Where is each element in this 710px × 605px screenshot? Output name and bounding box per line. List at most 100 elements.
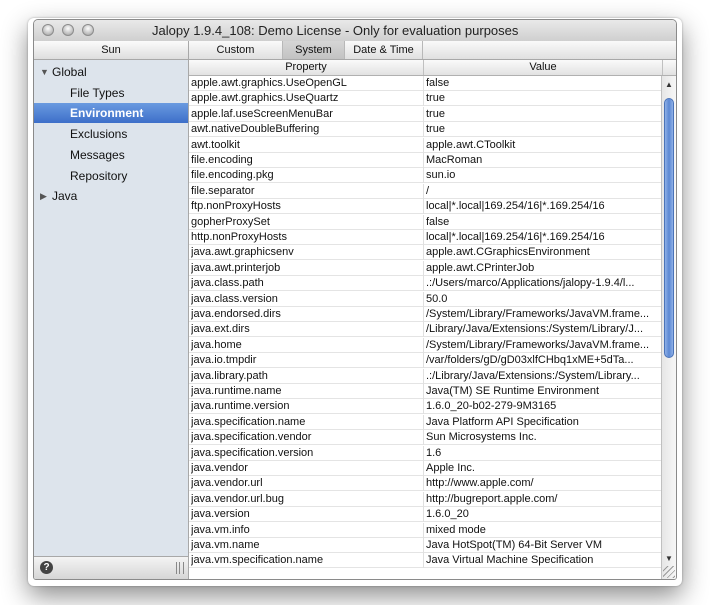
vertical-scrollbar[interactable]: ▲ ▼: [661, 76, 676, 579]
table-row[interactable]: apple.awt.graphics.UseQuartz true: [189, 91, 662, 107]
table-row[interactable]: java.class.path .:/Users/marco/Applicatio…: [189, 276, 662, 292]
value-cell: /System/Library/Frameworks/JavaVM.frame.…: [426, 338, 650, 351]
property-cell: java.specification.vendor: [191, 431, 312, 444]
help-icon[interactable]: ?: [40, 561, 53, 574]
column-divider: [423, 168, 424, 184]
sidebar-item-label: Environment: [70, 106, 144, 121]
sidebar-item-4[interactable]: Messages: [34, 145, 188, 165]
property-cell: java.specification.name: [191, 415, 306, 428]
value-cell: MacRoman: [426, 154, 483, 166]
table-row[interactable]: java.specification.version 1.6: [189, 445, 662, 461]
value-cell: 1.6.0_20-b02-279-9M3165: [426, 400, 557, 413]
value-cell: sun.io: [426, 169, 456, 182]
sidebar-item-1[interactable]: File Types: [34, 83, 188, 103]
table-row[interactable]: java.specification.name Java Platform API…: [189, 414, 662, 430]
table-row[interactable]: java.ext.dirs/Library/Java/Extensions:/S…: [189, 322, 662, 338]
property-cell: java.vendor.url: [191, 477, 263, 490]
table-header: Property Value: [189, 60, 676, 76]
sidebar-header[interactable]: Sun: [34, 41, 188, 60]
table-row[interactable]: java.vendor.url http://www.apple.com/: [189, 476, 662, 492]
sidebar-item-0[interactable]: ▼ Global: [34, 62, 188, 82]
column-divider: [423, 106, 424, 122]
table-row[interactable]: java.home/System/Library/Frameworks/Java…: [189, 337, 662, 353]
table-row[interactable]: java.vendor.url.bug http://bugreport.appl…: [189, 491, 662, 507]
main-panel: Custom System Date & Time Property Value…: [189, 41, 676, 579]
property-cell: java.specification.version: [191, 446, 314, 459]
table-row[interactable]: apple.laf.useScreenMenuBar true: [189, 106, 662, 122]
column-divider: [423, 91, 424, 107]
splitter-grip[interactable]: [176, 562, 184, 574]
sidebar-item-2[interactable]: Environment: [34, 103, 188, 124]
property-cell: awt.nativeDoubleBuffering: [191, 123, 320, 136]
scrollbar-thumb[interactable]: [664, 98, 674, 358]
table-row[interactable]: java.runtime.name Java(TM) SE Runtime Env…: [189, 384, 662, 399]
table-row[interactable]: java.vm.name Java HotSpot(TM) 64-Bit Serv…: [189, 538, 662, 553]
table-row[interactable]: java.awt.printerjob apple.awt.CPrinterJob: [189, 260, 662, 276]
tab-custom[interactable]: Custom: [189, 41, 283, 59]
property-cell: apple.awt.graphics.UseOpenGL: [191, 77, 347, 89]
table-row[interactable]: java.runtime.version 1.6.0_20-b02-279-9M3…: [189, 399, 662, 415]
property-cell: apple.laf.useScreenMenuBar: [191, 107, 333, 120]
sidebar-item-label: Global: [52, 65, 87, 79]
column-header-value[interactable]: Value: [424, 60, 663, 75]
table-row[interactable]: ftp.nonProxyHosts local|*.local|169.254/1…: [189, 199, 662, 215]
table-row[interactable]: awt.nativeDoubleBuffering true: [189, 122, 662, 138]
table-row[interactable]: apple.awt.graphics.UseOpenGL false: [189, 76, 662, 91]
table-row[interactable]: java.vm.info mixed mode: [189, 522, 662, 538]
column-divider: [423, 507, 424, 523]
value-cell: mixed mode: [426, 523, 486, 536]
sidebar-item-3[interactable]: Exclusions: [34, 124, 188, 144]
close-window-button[interactable]: [42, 24, 54, 36]
table-row[interactable]: java.vm.specification.name Java Virtual M…: [189, 553, 662, 569]
value-cell: Sun Microsystems Inc.: [426, 431, 537, 444]
sidebar-item-6[interactable]: ▶ Java: [34, 186, 188, 206]
value-cell: http://www.apple.com/: [426, 477, 534, 490]
property-cell: java.runtime.name: [191, 385, 282, 397]
value-cell: 50.0: [426, 292, 448, 305]
value-cell: Java(TM) SE Runtime Environment: [426, 385, 599, 397]
sidebar-item-label: Exclusions: [70, 127, 128, 142]
table-row[interactable]: file.encoding.pkg sun.io: [189, 168, 662, 184]
column-divider: [423, 76, 424, 91]
column-header-property[interactable]: Property: [189, 60, 424, 75]
column-divider: [423, 322, 424, 338]
table-row[interactable]: java.class.version 50.0: [189, 291, 662, 307]
table-row[interactable]: java.vendor Apple Inc.: [189, 461, 662, 476]
value-cell: apple.awt.CGraphicsEnvironment: [426, 246, 590, 259]
table-row[interactable]: java.endorsed.dirs/System/Library/Framew…: [189, 307, 662, 322]
tab-date-time[interactable]: Date & Time: [345, 41, 423, 59]
table-row[interactable]: gopherProxySet false: [189, 214, 662, 230]
property-cell: java.vm.name: [191, 539, 260, 551]
sidebar-item-5[interactable]: Repository: [34, 166, 188, 186]
minimize-window-button[interactable]: [62, 24, 74, 36]
scroll-down-arrow-icon[interactable]: ▼: [665, 554, 673, 563]
table-row[interactable]: java.library.path .:/Library/Java/Extensi…: [189, 368, 662, 384]
value-cell: /var/folders/gD/gD03xlfCHbq1xME+5dTa...: [426, 354, 634, 367]
table-row[interactable]: file.separator /: [189, 183, 662, 199]
scroll-up-arrow-icon[interactable]: ▲: [665, 80, 673, 89]
value-cell: Java Platform API Specification: [426, 415, 579, 428]
table-row[interactable]: java.awt.graphicsenv apple.awt.CGraphicsE…: [189, 245, 662, 261]
column-divider: [423, 122, 424, 138]
value-cell: .:/Users/marco/Applications/jalopy-1.9.4…: [426, 277, 635, 290]
column-divider: [423, 538, 424, 553]
column-divider: [423, 307, 424, 322]
value-cell: 1.6.0_20: [426, 508, 469, 521]
disclosure-closed-icon[interactable]: ▶: [40, 186, 47, 206]
resize-grip-icon[interactable]: [663, 566, 675, 578]
table-row[interactable]: awt.toolkit apple.awt.CToolkit: [189, 137, 662, 153]
column-divider: [423, 276, 424, 292]
table-row[interactable]: file.encoding MacRoman: [189, 153, 662, 168]
value-cell: http://bugreport.apple.com/: [426, 492, 558, 505]
table-row[interactable]: java.io.tmpdir/var/folders/gD/gD03xlfCHb…: [189, 353, 662, 369]
zoom-window-button[interactable]: [82, 24, 94, 36]
table-row[interactable]: http.nonProxyHosts local|*.local|169.254/…: [189, 230, 662, 245]
value-cell: true: [426, 107, 445, 120]
tab-system[interactable]: System: [283, 41, 345, 59]
sidebar-footer: ?: [34, 556, 188, 579]
table-row[interactable]: java.version 1.6.0_20: [189, 507, 662, 523]
title-bar[interactable]: Jalopy 1.9.4_108: Demo License - Only fo…: [34, 20, 676, 42]
property-cell: java.runtime.version: [191, 400, 290, 413]
disclosure-open-icon[interactable]: ▼: [40, 62, 49, 82]
table-row[interactable]: java.specification.vendor Sun Microsystem…: [189, 430, 662, 446]
